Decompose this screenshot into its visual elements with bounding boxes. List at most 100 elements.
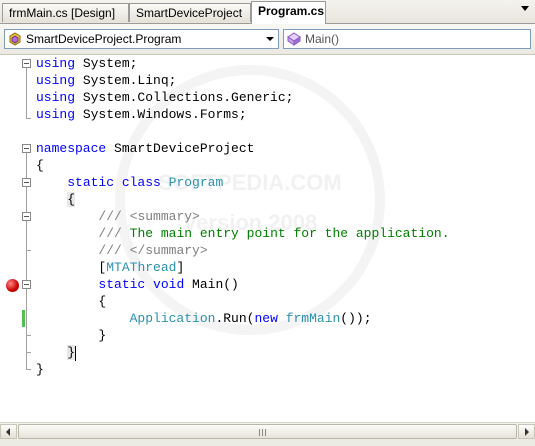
code-line: static class Program (36, 174, 450, 191)
keyword: using (36, 56, 76, 71)
keyword: using (36, 107, 76, 122)
chevron-down-icon (266, 37, 274, 41)
code-text-span: SmartDeviceProject (106, 141, 255, 156)
code-line: using System.Windows.Forms; (36, 106, 450, 123)
grip-icon (259, 429, 268, 436)
breakpoint-icon[interactable] (6, 279, 19, 292)
tab-label: frmMain.cs [Design] (9, 6, 116, 20)
scroll-right-button[interactable] (518, 424, 535, 439)
collapse-usings-icon[interactable] (22, 59, 31, 68)
collapse-namespace-icon[interactable] (22, 144, 31, 153)
code-text-span: } (67, 345, 76, 360)
member-dropdown-value: Main() (305, 32, 340, 46)
tab-list-dropdown-icon[interactable] (521, 6, 529, 11)
code-line: { (36, 191, 450, 208)
xml-doc-prefix: /// (98, 226, 130, 241)
indicator-margin[interactable] (0, 55, 22, 422)
code-text-span: { (98, 294, 107, 309)
collapse-class-icon[interactable] (22, 178, 31, 187)
collapse-method-icon[interactable] (22, 280, 31, 289)
code-text[interactable]: using System; using System.Linq; using S… (36, 55, 450, 378)
code-text-span: .Run( (215, 311, 255, 326)
code-text-span: Main() (184, 277, 239, 292)
tab-program-cs[interactable]: Program.cs (251, 1, 326, 24)
xml-doc-prefix: /// (98, 209, 130, 224)
method-icon (287, 32, 301, 46)
horizontal-scrollbar[interactable] (0, 422, 535, 440)
attribute-name: MTAThread (106, 260, 177, 275)
code-line: /// </summary> (36, 242, 450, 259)
code-text-span: { (67, 192, 76, 207)
code-line: [MTAThread] (36, 259, 450, 276)
code-text-span: System.Collections.Generic; (75, 90, 294, 105)
code-line: Application.Run(new frmMain()); (36, 310, 450, 327)
code-line: } (36, 327, 450, 344)
class-dropdown[interactable]: SmartDeviceProject.Program (4, 29, 279, 49)
change-tracking-bar (22, 310, 25, 327)
type-name: Program (160, 175, 224, 190)
class-dropdown-value: SmartDeviceProject.Program (26, 32, 182, 46)
document-tab-strip: frmMain.cs [Design] SmartDeviceProject P… (0, 0, 535, 24)
code-line: using System; (36, 55, 450, 72)
code-text-span: ()); (340, 311, 372, 326)
keyword: namespace (36, 141, 107, 156)
scrollbar-thumb[interactable] (18, 424, 517, 439)
code-line: static void Main() (36, 276, 450, 293)
code-line: /// The main entry point for the applica… (36, 225, 450, 242)
code-text-span: } (98, 328, 107, 343)
code-line: using System.Linq; (36, 72, 450, 89)
code-editor[interactable]: SOFTPEDIA.COM Version 2008 using System;… (0, 55, 535, 422)
xml-doc-tag: </summary> (129, 243, 208, 258)
outline-end (26, 335, 31, 336)
keyword: class (114, 175, 161, 190)
bracket: ] (176, 260, 185, 275)
tab-frmmain-design[interactable]: frmMain.cs [Design] (2, 3, 129, 22)
class-icon (9, 32, 21, 46)
collapse-summary-icon[interactable] (22, 212, 31, 221)
code-text-span: System.Linq; (75, 73, 177, 88)
code-line: /// <summary> (36, 208, 450, 225)
comment-text: The main entry point for the application… (129, 226, 450, 241)
tab-label: Program.cs (258, 4, 325, 18)
scroll-left-button[interactable] (0, 424, 17, 439)
member-dropdown[interactable]: Main() (283, 29, 531, 49)
tab-smartdeviceproject[interactable]: SmartDeviceProject (129, 3, 251, 22)
outline-end (26, 369, 31, 370)
status-edge (0, 439, 535, 446)
type-name: Application (129, 311, 216, 326)
text-caret (75, 346, 76, 361)
outline-end (26, 352, 31, 353)
code-line: } (36, 344, 450, 361)
xml-doc-tag: <summary> (129, 209, 200, 224)
code-line: namespace SmartDeviceProject (36, 140, 450, 157)
code-text-span: System.Windows.Forms; (75, 107, 247, 122)
code-line: using System.Collections.Generic; (36, 89, 450, 106)
code-line: { (36, 293, 450, 310)
keyword: static (98, 277, 146, 292)
tab-label: SmartDeviceProject (136, 6, 243, 20)
keyword: static (67, 175, 115, 190)
keyword: using (36, 90, 76, 105)
code-line: { (36, 158, 44, 173)
outline-end (26, 250, 31, 251)
keyword: void (145, 277, 185, 292)
keyword: new (254, 311, 278, 326)
keyword: using (36, 73, 76, 88)
code-text-span: System; (75, 56, 138, 71)
xml-doc-prefix: /// (98, 243, 130, 258)
navigation-bar: SmartDeviceProject.Program Main() (0, 24, 535, 55)
type-name: frmMain (285, 311, 341, 326)
